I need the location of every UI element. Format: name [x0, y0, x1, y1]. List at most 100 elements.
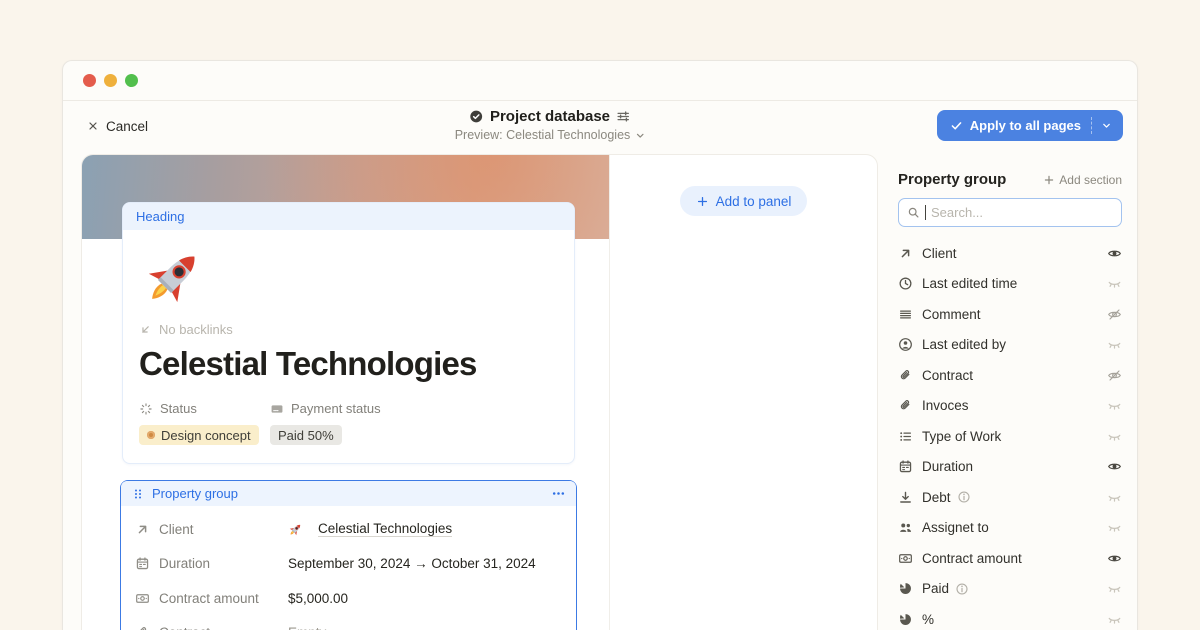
- eye-closed-icon[interactable]: [1107, 398, 1122, 413]
- text-cursor: [925, 205, 926, 220]
- drag-handle-icon[interactable]: [131, 487, 145, 501]
- search-input[interactable]: [931, 205, 1113, 220]
- property-item-last-edited-time[interactable]: Last edited time: [898, 269, 1122, 300]
- property-group-card[interactable]: Property group Client Celestial Technolo…: [120, 480, 577, 630]
- arrow-up-right-icon: [898, 246, 913, 261]
- property-item-contract[interactable]: Contract: [898, 360, 1122, 391]
- page-preview-column: Heading No backlinks Celestial Technolog…: [82, 155, 610, 630]
- download-icon: [898, 490, 913, 505]
- status-badge: Design concept: [139, 425, 259, 445]
- property-item-paid[interactable]: Paid: [898, 574, 1122, 605]
- more-options-icon[interactable]: [551, 486, 566, 501]
- person-circle-icon: [898, 337, 913, 352]
- check-icon: [950, 119, 963, 132]
- property-item-client[interactable]: Client: [898, 238, 1122, 269]
- pie-chart-icon: [898, 581, 913, 596]
- content-area: Heading No backlinks Celestial Technolog…: [63, 151, 1137, 630]
- verified-badge-icon: [469, 109, 484, 124]
- heading-section-header[interactable]: Heading: [123, 203, 574, 230]
- panel-right-area: Add to panel: [610, 186, 877, 216]
- add-section-button[interactable]: Add section: [1043, 173, 1122, 187]
- property-item-contract-amount[interactable]: Contract amount: [898, 543, 1122, 574]
- database-title-group: Project database Preview: Celestial Tech…: [455, 108, 646, 142]
- paperclip-icon: [898, 368, 913, 383]
- add-section-label: Add section: [1059, 173, 1122, 187]
- arrow-up-right-icon: [135, 522, 150, 537]
- eye-closed-icon[interactable]: [1107, 490, 1122, 505]
- cancel-label: Cancel: [106, 119, 148, 134]
- eye-closed-icon[interactable]: [1107, 581, 1122, 596]
- bulleted-list-icon: [898, 429, 913, 444]
- cancel-button[interactable]: Cancel: [87, 119, 148, 134]
- status-dot-icon: [147, 431, 155, 439]
- add-to-panel-label: Add to panel: [716, 194, 792, 209]
- contract-amount-value: $5,000.00: [288, 591, 348, 606]
- property-item-duration[interactable]: Duration: [898, 452, 1122, 483]
- eye-closed-icon[interactable]: [1107, 276, 1122, 291]
- heading-section-card[interactable]: Heading No backlinks Celestial Technolog…: [122, 202, 575, 464]
- property-item-assignet-to[interactable]: Assignet to: [898, 513, 1122, 544]
- eye-open-icon[interactable]: [1107, 551, 1122, 566]
- eye-closed-icon[interactable]: [1107, 612, 1122, 627]
- apply-label: Apply to all pages: [970, 118, 1081, 133]
- calendar-icon: [898, 459, 913, 474]
- property-sidebar: Property group Add section Client: [898, 171, 1122, 630]
- payment-status-badge: Paid 50%: [270, 425, 342, 445]
- property-item-percent[interactable]: %: [898, 604, 1122, 630]
- clock-icon: [898, 276, 913, 291]
- banknote-icon: [898, 551, 913, 566]
- payment-status-label: Payment status: [291, 401, 381, 416]
- minimize-window-button[interactable]: [104, 74, 117, 87]
- property-item-comment[interactable]: Comment: [898, 299, 1122, 330]
- property-item-last-edited-by[interactable]: Last edited by: [898, 330, 1122, 361]
- info-icon: [957, 490, 971, 504]
- backlinks-label: No backlinks: [159, 322, 233, 337]
- calendar-icon: [135, 556, 150, 571]
- traffic-lights: [83, 74, 138, 87]
- page-title: Celestial Technologies: [139, 345, 558, 383]
- property-item-type-of-work[interactable]: Type of Work: [898, 421, 1122, 452]
- plus-icon: [696, 195, 709, 208]
- property-group-title: Property group: [152, 486, 238, 501]
- property-item-debt[interactable]: Debt: [898, 482, 1122, 513]
- eye-closed-icon[interactable]: [1107, 337, 1122, 352]
- rocket-emoji-icon: [288, 522, 303, 537]
- status-label: Status: [160, 401, 197, 416]
- heading-section-label: Heading: [136, 209, 184, 224]
- eye-open-icon[interactable]: [1107, 459, 1122, 474]
- plus-icon: [1043, 174, 1055, 186]
- layout-settings-icon[interactable]: [616, 109, 631, 124]
- status-icon: [139, 402, 153, 416]
- pie-chart-icon: [898, 612, 913, 627]
- heading-properties-row: Status Design concept: [139, 401, 558, 445]
- page-rocket-emoji-icon: [141, 244, 207, 310]
- toolbar: Cancel Project database Preview: Celesti…: [63, 101, 1137, 151]
- eye-slash-icon[interactable]: [1107, 368, 1122, 383]
- property-row-duration: Duration September 30, 2024 → October 31…: [135, 547, 562, 582]
- eye-slash-icon[interactable]: [1107, 307, 1122, 322]
- paperclip-icon: [898, 398, 913, 413]
- apply-dropdown-chevron-icon[interactable]: [1101, 120, 1112, 131]
- banknote-icon: [135, 591, 150, 606]
- chevron-down-icon: [634, 130, 645, 141]
- button-divider: [1091, 117, 1092, 134]
- client-value[interactable]: Celestial Technologies: [288, 521, 452, 537]
- eye-closed-icon[interactable]: [1107, 520, 1122, 535]
- eye-closed-icon[interactable]: [1107, 429, 1122, 444]
- close-window-button[interactable]: [83, 74, 96, 87]
- add-to-panel-button[interactable]: Add to panel: [680, 186, 808, 216]
- zoom-window-button[interactable]: [125, 74, 138, 87]
- property-group-header[interactable]: Property group: [121, 481, 576, 506]
- people-icon: [898, 520, 913, 535]
- close-icon: [87, 120, 99, 132]
- window-titlebar: [63, 61, 1137, 101]
- text-lines-icon: [898, 307, 913, 322]
- property-search-box[interactable]: [898, 198, 1122, 227]
- eye-open-icon[interactable]: [1107, 246, 1122, 261]
- backlink-arrow-icon: [139, 323, 152, 336]
- page-preview-panel: Heading No backlinks Celestial Technolog…: [81, 154, 878, 630]
- property-item-invoces[interactable]: Invoces: [898, 391, 1122, 422]
- apply-to-all-pages-button[interactable]: Apply to all pages: [937, 110, 1123, 141]
- contract-value: Empty: [288, 625, 326, 630]
- preview-selector[interactable]: Preview: Celestial Technologies: [455, 128, 646, 142]
